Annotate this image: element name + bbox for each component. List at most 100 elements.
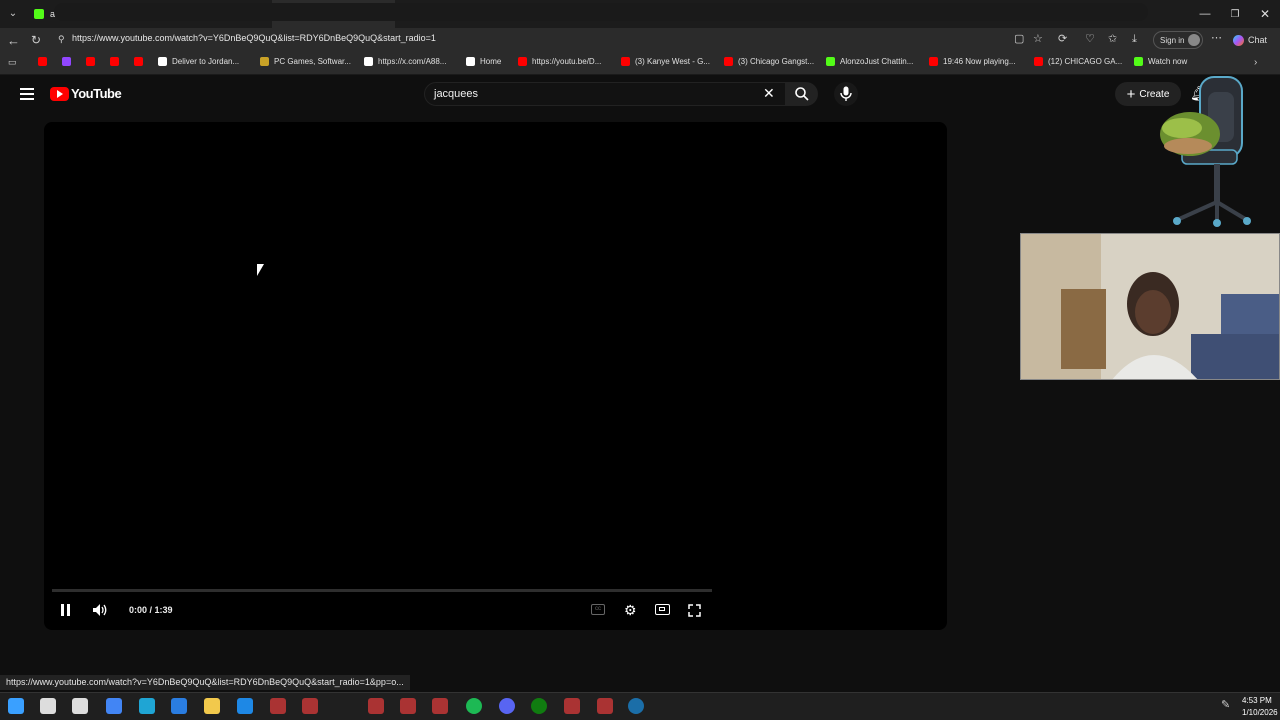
tab-actions-icon[interactable]: ▭ [8, 58, 17, 67]
bookmark-item[interactable]: (3) Chicago Gangst... [724, 57, 814, 66]
bookmark-label: (12) CHICAGO GA... [1048, 57, 1123, 66]
bookmark-item[interactable] [134, 57, 148, 66]
taskbar-time[interactable]: 4:53 PM [1242, 696, 1272, 705]
refresh-icon[interactable]: ↻ [31, 34, 41, 46]
tab-list-icon[interactable]: ⌄ [0, 9, 26, 19]
close-window-button[interactable]: ✕ [1250, 7, 1280, 21]
extensions-icon[interactable]: ⟳ [1058, 34, 1067, 45]
bookmark-item[interactable] [38, 57, 52, 66]
bookmark-label: PC Games, Softwar... [274, 57, 351, 66]
task-view-icon[interactable] [72, 698, 88, 714]
search-icon [795, 87, 809, 101]
address-bar[interactable] [54, 3, 1148, 21]
app-icon[interactable] [368, 698, 384, 714]
youtube-logo-text: YouTube [71, 86, 122, 101]
back-icon[interactable]: ← [7, 34, 20, 47]
voice-search-button[interactable] [834, 82, 858, 106]
bookmark-item[interactable] [62, 57, 76, 66]
app-icon[interactable] [400, 698, 416, 714]
status-link-preview: https://www.youtube.com/watch?v=Y6DnBeQ9… [0, 675, 410, 690]
bookmark-item[interactable]: PC Games, Softwar... [260, 57, 351, 66]
bookmark-favicon-icon [1034, 57, 1043, 66]
microphone-icon [840, 86, 852, 101]
restore-button[interactable]: ❐ [1220, 9, 1250, 20]
chat-label: Chat [1248, 35, 1268, 45]
store-icon[interactable] [171, 698, 187, 714]
discord-icon[interactable] [499, 698, 515, 714]
signin-label: Sign in [1160, 35, 1185, 45]
bookmark-favicon-icon [1134, 57, 1143, 66]
bookmark-item[interactable]: AlonzoJust Chattin... [826, 57, 913, 66]
bookmark-favicon-icon [724, 57, 733, 66]
bookmark-item[interactable]: Watch now [1134, 57, 1187, 66]
bookmark-item[interactable]: (3) Kanye West - G... [621, 57, 710, 66]
url-text[interactable]: https://www.youtube.com/watch?v=Y6DnBeQ9… [72, 33, 436, 43]
bookmark-item[interactable] [110, 57, 124, 66]
video-player[interactable] [44, 122, 947, 630]
bookmarks-overflow-icon[interactable]: › [1254, 58, 1257, 68]
edge-icon[interactable] [139, 698, 155, 714]
plus-icon: + [1126, 85, 1136, 103]
app-icon[interactable] [597, 698, 613, 714]
bookmark-favicon-icon [158, 57, 167, 66]
pen-icon[interactable]: ✎ [1221, 700, 1230, 711]
bookmark-favicon-icon [364, 57, 373, 66]
bookmark-label: (3) Kanye West - G... [635, 57, 710, 66]
settings-gear-icon[interactable]: ⚙ [624, 603, 637, 617]
youtube-play-icon [50, 86, 69, 101]
split-screen-icon[interactable]: ▢ [1014, 34, 1024, 45]
app-icon[interactable] [302, 698, 318, 714]
chrome-icon[interactable] [106, 698, 122, 714]
bookmark-item[interactable] [86, 57, 100, 66]
bookmark-item[interactable]: 19:46 Now playing... [929, 57, 1016, 66]
favorite-star-icon[interactable]: ☆ [1033, 34, 1043, 45]
bookmark-item[interactable]: (12) CHICAGO GA... [1034, 57, 1122, 66]
bookmark-favicon-icon [110, 57, 119, 66]
progress-bar[interactable] [52, 589, 712, 592]
bookmark-favicon-icon [86, 57, 95, 66]
taskbar-date[interactable]: 1/10/2026 [1242, 708, 1278, 717]
bookmark-favicon-icon [826, 57, 835, 66]
captions-icon: cc [595, 606, 601, 612]
menu-icon[interactable] [20, 88, 34, 100]
search-input[interactable] [424, 82, 786, 106]
volume-icon[interactable] [92, 603, 108, 617]
clear-search-icon[interactable]: ✕ [763, 86, 775, 100]
fullscreen-icon[interactable] [688, 604, 701, 617]
mouse-cursor-icon [257, 264, 264, 276]
site-info-icon[interactable]: ⚲ [58, 35, 65, 44]
bookmark-label: https://x.com/A88... [378, 57, 447, 66]
webcam-feed [1021, 234, 1279, 379]
bookmark-item[interactable]: Deliver to Jordan... [158, 57, 239, 66]
bookmark-item[interactable]: Home [466, 57, 501, 66]
app-icon[interactable] [564, 698, 580, 714]
search-icon[interactable] [40, 698, 56, 714]
steam-icon[interactable] [628, 698, 644, 714]
youtube-logo[interactable]: YouTube [50, 86, 122, 101]
browser-essentials-icon[interactable]: ♡ [1085, 34, 1095, 45]
time-display: 0:00 / 1:39 [129, 605, 173, 615]
captions-button[interactable]: cc [591, 604, 605, 615]
xbox-icon[interactable] [531, 698, 547, 714]
start-icon[interactable] [8, 698, 24, 714]
bookmark-item[interactable]: https://x.com/A88... [364, 57, 446, 66]
copilot-chat-button[interactable]: Chat [1233, 31, 1275, 49]
minimize-button[interactable]: — [1190, 8, 1220, 20]
downloads-icon[interactable]: ⤓ [1132, 34, 1137, 45]
mail-icon[interactable] [237, 698, 253, 714]
favorites-icon[interactable]: ✩ [1108, 34, 1117, 45]
files-icon[interactable] [204, 698, 220, 714]
bookmark-item[interactable]: https://youtu.be/D... [518, 57, 601, 66]
pause-button[interactable] [60, 604, 72, 616]
app-icon[interactable] [432, 698, 448, 714]
app-icon[interactable] [270, 698, 286, 714]
signin-button[interactable]: Sign in [1153, 31, 1203, 49]
more-menu-icon[interactable]: ⋯ [1211, 33, 1222, 44]
spotify-icon[interactable] [466, 698, 482, 714]
bookmark-favicon-icon [466, 57, 475, 66]
search-button[interactable] [786, 82, 818, 106]
copilot-icon [1233, 34, 1244, 46]
bookmark-favicon-icon [62, 57, 71, 66]
search-value[interactable]: jacquees [434, 88, 478, 100]
theater-mode-button[interactable] [655, 604, 670, 615]
